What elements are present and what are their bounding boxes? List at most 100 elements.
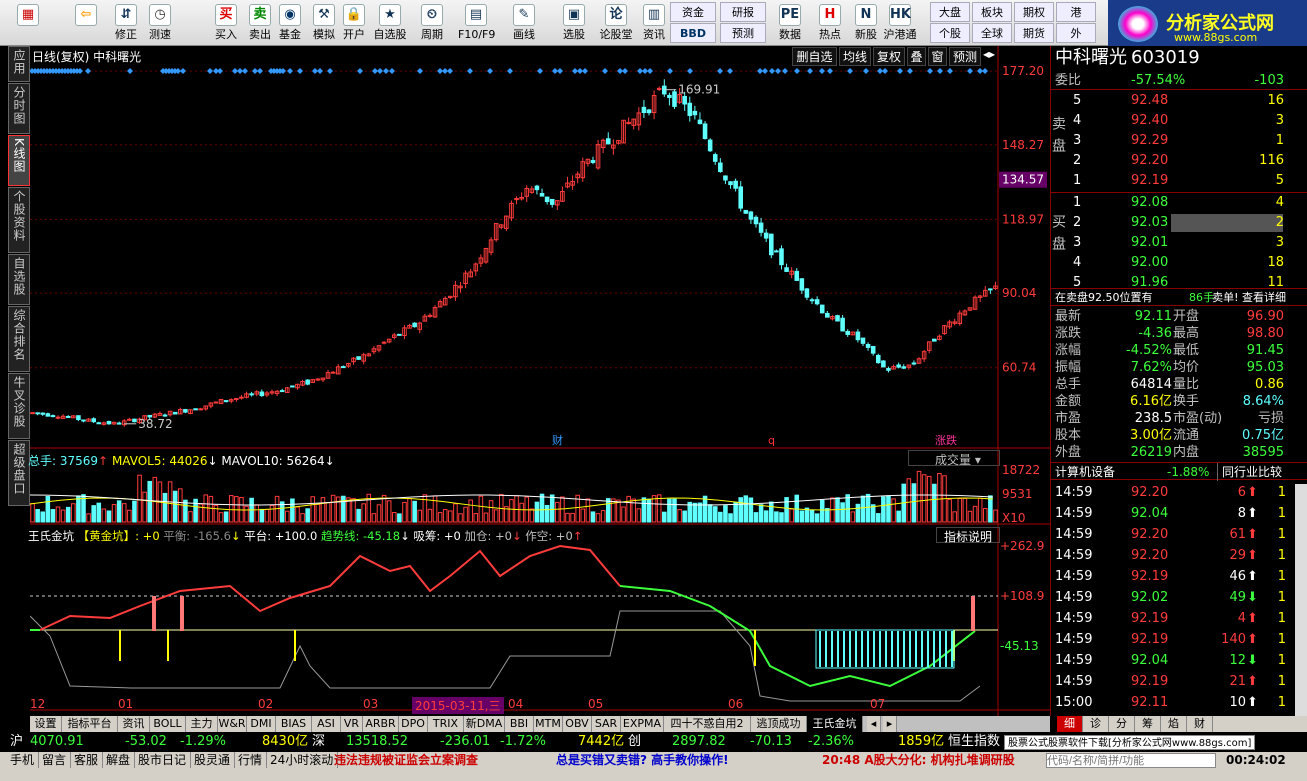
left-tab-3[interactable]: 个股资料 xyxy=(8,187,30,253)
ad-banner[interactable]: 股票公式股票软件下载[分析家公式网www.88gs.com] xyxy=(1004,735,1256,750)
indicator-tab-3[interactable]: BOLL xyxy=(150,716,186,732)
left-tab-0[interactable]: 应用 xyxy=(8,46,30,82)
right-tab-5[interactable]: 财 xyxy=(1187,716,1213,732)
toolbar-button-13[interactable]: ▣ 选股 xyxy=(556,2,592,44)
buy-row[interactable]: 4 92.00 18 xyxy=(1051,254,1307,272)
status-link-1[interactable]: 留言 xyxy=(42,752,72,768)
buy-row[interactable]: 1 92.08 4 xyxy=(1051,194,1307,212)
status-link-7[interactable]: 24小时滚动 xyxy=(270,752,339,768)
indicator-tab-6[interactable]: DMI xyxy=(247,716,276,732)
tab-scroll-right-icon[interactable]: ▸ xyxy=(883,716,897,732)
toolbar-button-4[interactable]: 买买入 xyxy=(208,2,244,44)
left-tab-5[interactable]: 综合排名 xyxy=(8,306,30,372)
indicator-tab-21[interactable]: 王氏金坑 xyxy=(807,716,863,732)
left-tab-2[interactable]: K线图 xyxy=(8,135,30,186)
volume-dropdown[interactable]: 成交量 ▾ xyxy=(908,450,1000,467)
right-tab-4[interactable]: 焰 xyxy=(1161,716,1187,732)
market-button-r2-1[interactable]: 全球 xyxy=(972,23,1012,43)
sell-row[interactable]: 1 92.19 5 xyxy=(1051,172,1307,190)
chart-button-1[interactable]: 均线 xyxy=(839,47,871,66)
chart-button-5[interactable]: 预测 xyxy=(949,47,981,66)
tab-scroll-left-icon[interactable]: ◂ xyxy=(867,716,881,732)
status-link-4[interactable]: 股市日记 xyxy=(138,752,192,768)
capital-button[interactable]: 资金 xyxy=(670,2,716,22)
right-tab-2[interactable]: 分 xyxy=(1109,716,1135,732)
indicator-tab-1[interactable]: 指标平台 xyxy=(62,716,118,732)
status-link-6[interactable]: 行情 xyxy=(238,752,268,768)
toolbar-button-9[interactable]: ★ 自选股 xyxy=(372,2,408,44)
market-button-r1-2[interactable]: 期权 xyxy=(1014,2,1054,22)
toolbar-button-3[interactable]: ◷ 测速 xyxy=(142,2,178,44)
indicator-tab-0[interactable]: 设置 xyxy=(30,716,62,732)
market-button-r1-3[interactable]: 港 xyxy=(1056,2,1096,22)
indicator-tab-14[interactable]: BBI xyxy=(505,716,534,732)
status-link-3[interactable]: 解盘 xyxy=(106,752,136,768)
toolbar-button-16[interactable]: PE 数据 xyxy=(772,2,808,44)
indicator-tab-11[interactable]: DPO xyxy=(399,716,428,732)
left-tab-6[interactable]: 牛叉诊股 xyxy=(8,373,30,439)
toolbar-button-0[interactable]: ▦ xyxy=(10,2,46,44)
sell-row[interactable]: 3 92.29 1 xyxy=(1051,132,1307,150)
indicator-tab-16[interactable]: OBV xyxy=(563,716,592,732)
toolbar-button-18[interactable]: N 新股 xyxy=(848,2,884,44)
sell-row[interactable]: 4 92.40 3 xyxy=(1051,112,1307,130)
indicator-tab-12[interactable]: TRIX xyxy=(428,716,464,732)
market-button-r2-3[interactable]: 外 xyxy=(1056,23,1096,43)
right-tab-0[interactable]: 细 xyxy=(1057,716,1083,732)
market-button-r2-0[interactable]: 个股 xyxy=(930,23,970,43)
indicator-tab-8[interactable]: ASI xyxy=(312,716,341,732)
kline-chart-area[interactable]: 177.20 148.27 118.97 90.04 60.74 134.57 169.91… xyxy=(28,46,1050,716)
indicator-tab-5[interactable]: W&R xyxy=(218,716,247,732)
indicator-tab-7[interactable]: BIAS xyxy=(276,716,312,732)
right-tab-3[interactable]: 筹 xyxy=(1135,716,1161,732)
chart-button-0[interactable]: 删自选 xyxy=(792,47,837,66)
left-tab-4[interactable]: 自选股 xyxy=(8,254,30,305)
status-link-2[interactable]: 客服 xyxy=(74,752,104,768)
buy-row[interactable]: 3 92.01 3 xyxy=(1051,234,1307,252)
chart-button-3[interactable]: 叠 xyxy=(907,47,926,66)
indicator-tab-18[interactable]: EXPMA xyxy=(621,716,664,732)
toolbar-button-12[interactable]: ✎ 画线 xyxy=(506,2,542,44)
status-link-5[interactable]: 股灵通 xyxy=(194,752,236,768)
notice-link[interactable]: 卖单! 查看详细 xyxy=(1212,289,1286,307)
quote-scrollbar[interactable] xyxy=(1295,484,1307,716)
chart-more-icon[interactable]: ◂▸ xyxy=(983,47,995,61)
search-input[interactable] xyxy=(1046,753,1216,768)
indicator-help-button[interactable]: 指标说明 xyxy=(936,527,1000,544)
sell-row[interactable]: 2 92.20 116 xyxy=(1051,152,1307,170)
indicator-tab-13[interactable]: 新DMA xyxy=(464,716,505,732)
right-tab-1[interactable]: 诊 xyxy=(1083,716,1109,732)
research-button[interactable]: 研报 xyxy=(720,2,766,22)
left-tab-7[interactable]: 超级盘口 xyxy=(8,440,30,506)
indicator-tab-17[interactable]: SAR xyxy=(592,716,621,732)
forecast-button[interactable]: 预测 xyxy=(720,23,766,43)
industry-compare-button[interactable]: 同行业比较 xyxy=(1217,463,1282,481)
bbd-button[interactable]: BBD xyxy=(670,23,716,43)
toolbar-button-8[interactable]: 🔒 开户 xyxy=(336,2,372,44)
chart-button-4[interactable]: 窗 xyxy=(928,47,947,66)
left-tab-1[interactable]: 分时图 xyxy=(8,83,30,134)
indicator-tab-2[interactable]: 资讯 xyxy=(118,716,150,732)
indicator-tab-15[interactable]: MTM xyxy=(534,716,563,732)
toolbar-button-2[interactable]: ⇵ 修正 xyxy=(108,2,144,44)
toolbar-button-11[interactable]: ▤ F10/F9 xyxy=(458,2,495,44)
toolbar-button-14[interactable]: 论论股堂 xyxy=(598,2,634,44)
chart-button-2[interactable]: 复权 xyxy=(873,47,905,66)
news-ticker-3[interactable]: 20:48 A股大分化: 机构扎堆调研股 xyxy=(822,752,1015,768)
market-button-r2-2[interactable]: 期货 xyxy=(1014,23,1054,43)
news-ticker-2[interactable]: 总是买错又卖错? 高手教你操作! xyxy=(556,752,729,768)
toolbar-button-15[interactable]: ▥ 资讯 xyxy=(636,2,672,44)
buy-row[interactable]: 2 92.03 2 xyxy=(1051,214,1307,232)
indicator-tab-4[interactable]: 主力 xyxy=(186,716,218,732)
market-button-r1-0[interactable]: 大盘 xyxy=(930,2,970,22)
toolbar-button-1[interactable]: ⇦ xyxy=(68,2,104,44)
indicator-tab-10[interactable]: ARBR xyxy=(363,716,399,732)
toolbar-button-19[interactable]: HK 沪港通 xyxy=(882,2,918,44)
indicator-tab-20[interactable]: 逃顶成功 xyxy=(751,716,807,732)
big-order-notice[interactable]: 在卖盘92.50位置有 86手 卖单! 查看详细 xyxy=(1051,288,1307,306)
toolbar-button-6[interactable]: ◉ 基金 xyxy=(272,2,308,44)
status-link-0[interactable]: 手机 xyxy=(10,752,40,768)
news-ticker-1[interactable]: 违法违规被证监会立案调查 xyxy=(334,752,478,768)
indicator-tab-9[interactable]: VR xyxy=(341,716,363,732)
toolbar-button-10[interactable]: ⏲ 周期 xyxy=(414,2,450,44)
